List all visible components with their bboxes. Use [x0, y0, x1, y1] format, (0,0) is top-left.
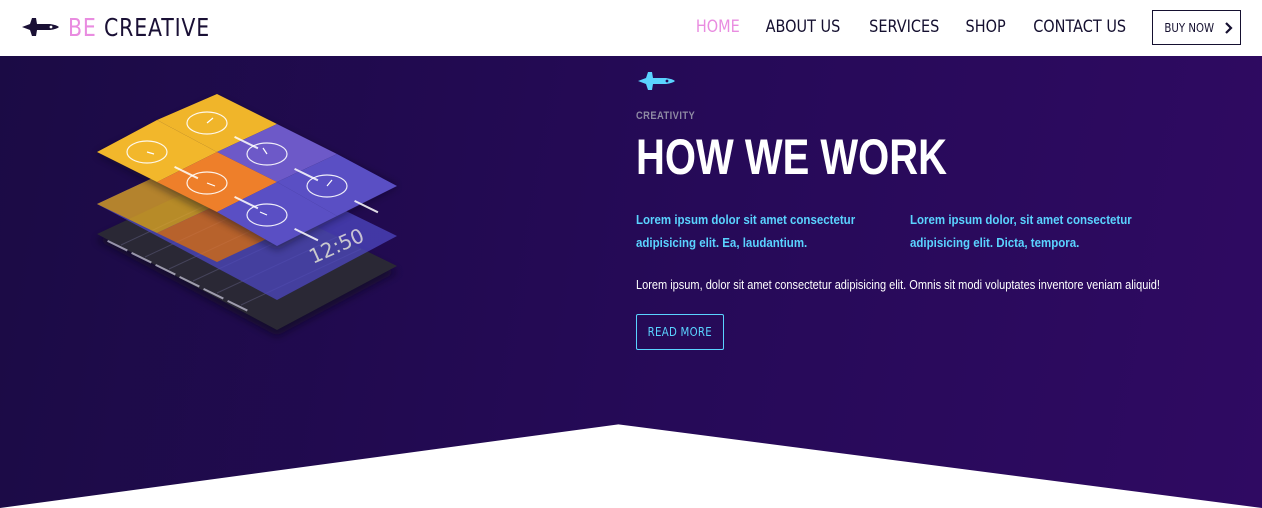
hero-title: HOW WE WORK — [636, 129, 948, 185]
lead-text-left: Lorem ipsum dolor sit amet consectetur a… — [636, 213, 856, 250]
space-shuttle-icon — [638, 72, 675, 90]
brand-word: CREATIVE — [104, 12, 211, 42]
buy-now-label: BUY NOW — [1164, 20, 1214, 35]
hero-body-text: Lorem ipsum, dolor sit amet consectetur … — [636, 278, 1160, 292]
brand-logo[interactable]: BE CREATIVE — [20, 10, 241, 44]
isometric-weather-app-illustration: 12:50 — [97, 94, 397, 336]
site-header: BE CREATIVE HOME ABOUT US SERVICES SHOP … — [0, 0, 1262, 56]
brand-name: BE CREATIVE — [68, 13, 210, 42]
nav-item-home[interactable]: HOME — [695, 17, 739, 37]
nav-item-services[interactable]: SERVICES — [869, 17, 939, 37]
read-more-button[interactable]: READ MORE — [636, 314, 724, 350]
buy-now-button[interactable]: BUY NOW — [1152, 10, 1241, 45]
nav-item-contact-us[interactable]: CONTACT US — [1033, 17, 1126, 37]
nav-item-about-us[interactable]: ABOUT US — [766, 17, 841, 37]
brand-prefix: BE — [68, 12, 97, 42]
main-nav: HOME ABOUT US SERVICES SHOP CONTACT US — [692, 17, 1134, 37]
space-shuttle-icon — [22, 18, 59, 36]
section-eyebrow: CREATIVITY — [636, 110, 696, 122]
hero-section: 12:50 CREATIVITY HOW WE WORK Lorem ipsum… — [0, 56, 1262, 508]
lead-text-right: Lorem ipsum dolor, sit amet consectetur … — [910, 213, 1132, 250]
read-more-label: READ MORE — [647, 325, 713, 339]
chevron-right-icon — [1225, 21, 1233, 34]
nav-item-shop[interactable]: SHOP — [965, 17, 1005, 37]
